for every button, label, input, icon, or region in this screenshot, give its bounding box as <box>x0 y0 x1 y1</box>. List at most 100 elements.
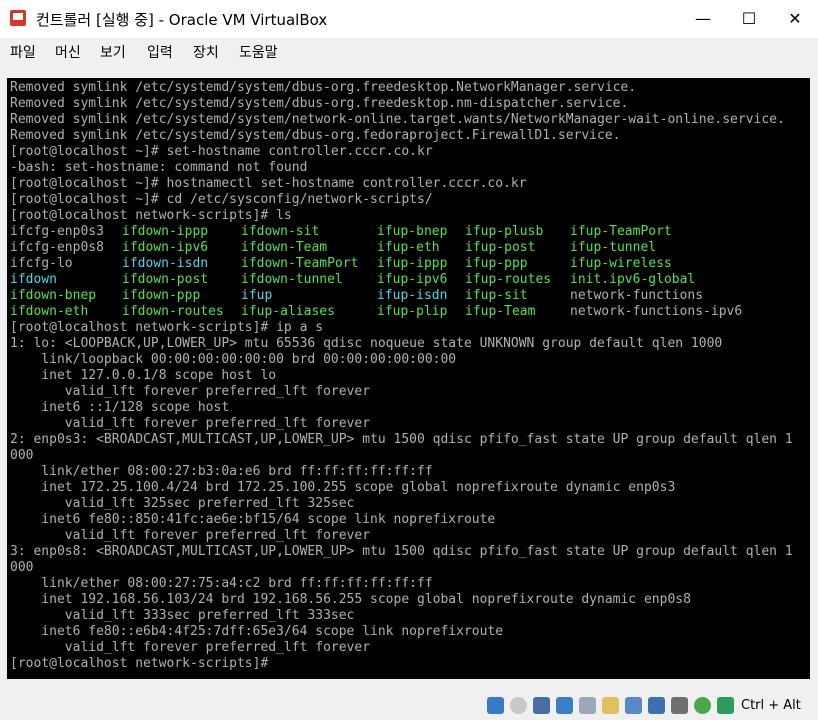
terminal-line: [root@localhost network-scripts]# <box>10 656 269 671</box>
ls-entry: ifdown-routes <box>122 304 224 319</box>
shared-folder-icon[interactable] <box>602 697 619 714</box>
vm-display[interactable]: Removed symlink /etc/systemd/system/dbus… <box>7 78 810 679</box>
optical-drive-icon[interactable] <box>510 697 527 714</box>
minimize-button[interactable]: — <box>680 0 726 38</box>
virtualbox-app-icon <box>10 10 26 26</box>
video-capture-icon[interactable] <box>648 697 665 714</box>
ls-entry: ifup-bnep <box>377 224 448 239</box>
ls-entry: ifdown-tunnel <box>241 272 343 287</box>
terminal-line: inet6 fe80::850:41fc:ae6e:bf15/64 scope … <box>10 512 496 527</box>
ls-entry: ifup-sit <box>465 288 528 303</box>
ls-entry: ifcfg-lo <box>10 256 73 271</box>
status-bar <box>0 692 818 720</box>
ls-entry: ifdown-sit <box>241 224 320 239</box>
terminal-line: link/ether 08:00:27:b3:0a:e6 brd ff:ff:f… <box>10 464 433 479</box>
terminal-line: inet 172.25.100.4/24 brd 172.25.100.255 … <box>10 480 676 495</box>
ls-entry: ifup-Team <box>465 304 536 319</box>
terminal-line: Removed symlink /etc/systemd/system/netw… <box>10 112 785 127</box>
terminal-line: [root@localhost ~]# cd /etc/sysconfig/ne… <box>10 192 433 207</box>
hard-disk-icon[interactable] <box>487 697 504 714</box>
ls-entry: ifdown-isdn <box>122 256 209 271</box>
terminal-line: 2: enp0s3: <BROADCAST,MULTICAST,UP,LOWER… <box>10 432 793 447</box>
menu-file[interactable]: 파일 <box>10 42 36 62</box>
ls-entry: ifdown-ippp <box>122 224 209 239</box>
ls-entry: network-functions-ipv6 <box>570 304 743 319</box>
close-button[interactable]: ✕ <box>772 0 818 38</box>
ls-entry: ifup-post <box>465 240 536 255</box>
menu-machine[interactable]: 머신 <box>55 42 81 62</box>
terminal-line: 3: enp0s8: <BROADCAST,MULTICAST,UP,LOWER… <box>10 544 793 559</box>
terminal-line: link/loopback 00:00:00:00:00:00 brd 00:0… <box>10 352 457 367</box>
menu-devices[interactable]: 장치 <box>193 42 219 62</box>
ls-entry: ifdown-Team <box>241 240 328 255</box>
usb-icon[interactable] <box>579 697 596 714</box>
ls-row: ifdown ifdown-post ifdown-tunnel ifup-ipv6 i… <box>10 272 793 288</box>
terminal-line: valid_lft forever preferred_lft forever <box>10 528 371 543</box>
terminal-line: Removed symlink /etc/systemd/system/dbus… <box>10 128 621 143</box>
ls-entry: ifdown-eth <box>10 304 89 319</box>
ls-entry: ifdown-ppp <box>122 288 201 303</box>
ls-entry: ifup-ppp <box>465 256 528 271</box>
window-title: 컨트롤러 [실행 중] - Oracle VM VirtualBox <box>36 11 328 29</box>
terminal-line: inet 127.0.0.1/8 scope host lo <box>10 368 277 383</box>
cpu-icon[interactable] <box>694 697 711 714</box>
ls-row: ifdown-eth ifdown-routes ifup-aliases ifup-… <box>10 304 793 320</box>
ls-entry: ifup-ipv6 <box>377 272 448 287</box>
ls-entry: ifdown <box>10 272 57 287</box>
terminal-line: 1: lo: <LOOPBACK,UP,LOWER_UP> mtu 65536 … <box>10 336 723 351</box>
maximize-button[interactable]: ☐ <box>726 0 772 38</box>
ls-entry: ifup-ippp <box>377 256 448 271</box>
ls-entry: ifup-plusb <box>465 224 544 239</box>
terminal-line: valid_lft forever preferred_lft forever <box>10 640 371 655</box>
terminal-line: 000 <box>10 448 34 463</box>
terminal-line: valid_lft forever preferred_lft forever <box>10 416 371 431</box>
terminal-line: inet6 ::1/128 scope host <box>10 400 230 415</box>
ls-row: ifcfg-lo ifdown-isdn ifdown-TeamPort ifup-i… <box>10 256 793 272</box>
mouse-integration-icon[interactable] <box>717 697 734 714</box>
terminal-line: -bash: set-hostname: command not found <box>10 160 308 175</box>
terminal-line: inet6 fe80::e6b4:4f25:7dff:65e3/64 scope… <box>10 624 504 639</box>
ls-entry: ifcfg-enp0s3 <box>10 224 104 239</box>
terminal-line: inet 192.168.56.103/24 brd 192.168.56.25… <box>10 592 691 607</box>
terminal-line: [root@localhost ~]# hostnamectl set-host… <box>10 176 527 191</box>
terminal-line: [root@localhost network-scripts]# ls <box>10 208 292 223</box>
terminal-line: [root@localhost ~]# set-hostname control… <box>10 144 433 159</box>
ls-row: ifcfg-enp0s3 ifdown-ippp ifdown-sit ifup-bn… <box>10 224 793 240</box>
display-icon[interactable] <box>625 697 642 714</box>
ls-entry: ifup-routes <box>465 272 552 287</box>
ls-entry: ifdown-ipv6 <box>122 240 209 255</box>
terminal-line: valid_lft 325sec preferred_lft 325sec <box>10 496 355 511</box>
ls-entry: ifup-isdn <box>377 288 448 303</box>
terminal-line: valid_lft 333sec preferred_lft 333sec <box>10 608 355 623</box>
ls-entry: ifup-tunnel <box>570 240 657 255</box>
terminal-line: link/ether 08:00:27:75:a4:c2 brd ff:ff:f… <box>10 576 433 591</box>
recording-icon[interactable] <box>671 697 688 714</box>
ls-entry: ifup-wireless <box>570 256 672 271</box>
menu-input[interactable]: 입력 <box>147 42 173 62</box>
ls-entry: init.ipv6-global <box>570 272 696 287</box>
ls-row: ifcfg-enp0s8 ifdown-ipv6 ifdown-Team ifup-e… <box>10 240 793 256</box>
terminal-line: valid_lft forever preferred_lft forever <box>10 384 371 399</box>
host-key-label: Ctrl + Alt <box>741 698 801 713</box>
ls-entry: ifdown-bnep <box>10 288 97 303</box>
title-bar: 컨트롤러 [실행 중] - Oracle VM VirtualBox — ☐ ✕ <box>0 0 818 38</box>
ls-entry: ifcfg-enp0s8 <box>10 240 104 255</box>
menu-bar: 파일 머신 보기 입력 장치 도움말 <box>0 38 818 66</box>
terminal-output: Removed symlink /etc/systemd/system/dbus… <box>10 80 793 672</box>
network-icon[interactable] <box>556 697 573 714</box>
terminal-line: Removed symlink /etc/systemd/system/dbus… <box>10 96 629 111</box>
audio-icon[interactable] <box>533 697 550 714</box>
terminal-line: [root@localhost network-scripts]# ip a s <box>10 320 324 335</box>
menu-view[interactable]: 보기 <box>100 42 126 62</box>
menu-help[interactable]: 도움말 <box>239 42 278 62</box>
ls-entry: ifup-aliases <box>241 304 335 319</box>
ls-entry: ifup-TeamPort <box>570 224 672 239</box>
ls-entry: ifup-eth <box>377 240 440 255</box>
ls-entry: network-functions <box>570 288 704 303</box>
ls-entry: ifup <box>241 288 273 303</box>
terminal-line: Removed symlink /etc/systemd/system/dbus… <box>10 80 637 95</box>
ls-entry: ifdown-TeamPort <box>241 256 359 271</box>
ls-entry: ifdown-post <box>122 272 209 287</box>
ls-row: ifdown-bnep ifdown-ppp ifup ifup-isdn ifup-s… <box>10 288 793 304</box>
terminal-line: 000 <box>10 560 34 575</box>
